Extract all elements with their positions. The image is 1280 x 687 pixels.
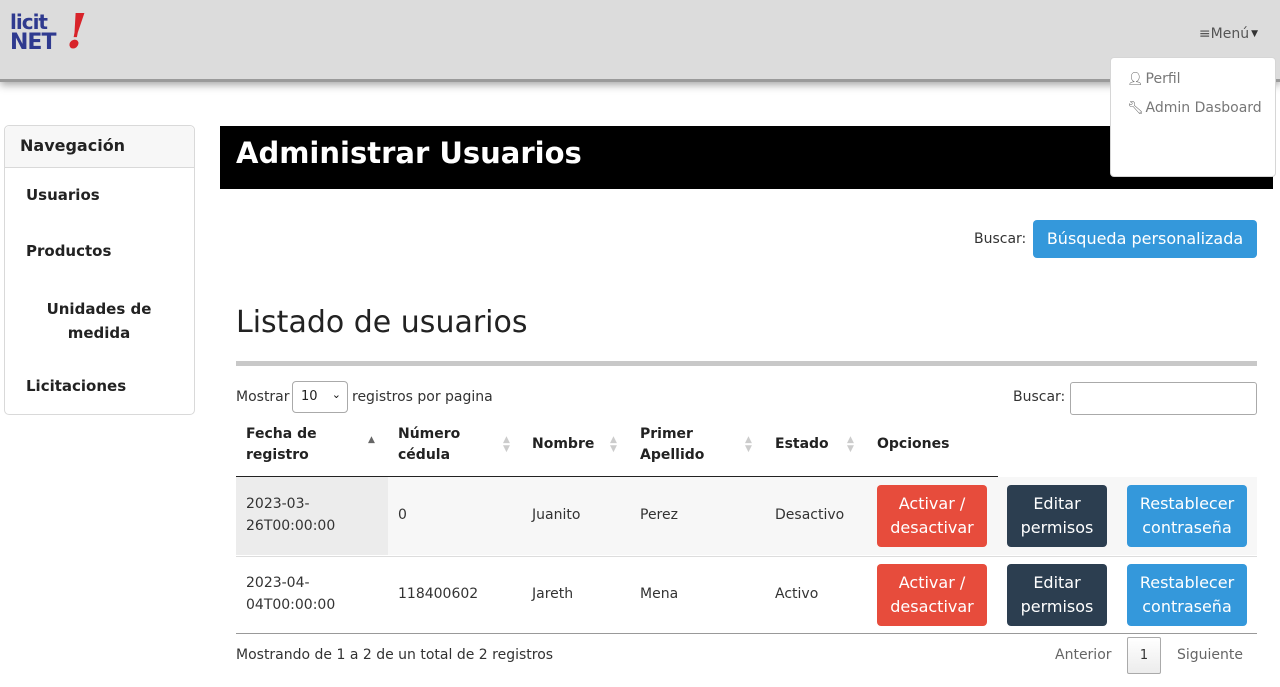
table-row: 2023-03-26T00:00:00 0 Juanito Perez Desa… <box>236 477 1257 555</box>
page-size-value: 10 <box>301 389 318 404</box>
toggle-active-button[interactable]: Activar / desactivar <box>877 485 987 547</box>
search-label: Buscar: <box>974 231 1027 247</box>
sidebar: Navegación Usuarios Productos Unidades d… <box>4 125 195 415</box>
reset-password-button[interactable]: Restablecer contraseña <box>1127 485 1247 547</box>
show-label: Mostrar <box>236 389 290 405</box>
menu-item-admin-dashboard[interactable]: 🔧︎ Admin Dasboard <box>1127 100 1262 116</box>
sidebar-title: Navegación <box>5 126 194 168</box>
sidebar-item-usuarios[interactable]: Usuarios <box>26 186 100 204</box>
column-header-fecha[interactable]: Fecha de registro <box>246 424 356 466</box>
page-size-select[interactable]: 10 ⌄ <box>292 381 348 413</box>
sidebar-item-productos[interactable]: Productos <box>26 242 111 260</box>
cell-nombre: Juanito <box>532 507 581 523</box>
wrench-icon: 🔧︎ <box>1127 101 1144 116</box>
menu-item-label: Admin Dasboard <box>1145 100 1262 116</box>
cell-fecha: 2023-03-26T00:00:00 <box>246 496 336 534</box>
column-header-opciones: Opciones <box>877 436 950 452</box>
toggle-active-button[interactable]: Activar / desactivar <box>877 564 987 626</box>
table-bottom-border <box>236 633 1257 634</box>
table-row: 2023-04-04T00:00:00 118400602 Jareth Men… <box>236 556 1257 634</box>
sidebar-item-unidades-de-medida[interactable]: Unidades de medida <box>43 297 155 345</box>
menu-item-label: Perfil <box>1145 71 1181 87</box>
cell-fecha: 2023-04-04T00:00:00 <box>246 575 336 613</box>
edit-permissions-button[interactable]: Editar permisos <box>1007 564 1107 626</box>
chevron-down-icon: ⌄ <box>331 388 341 401</box>
column-header-cedula[interactable]: Número cédula <box>398 424 488 466</box>
edit-permissions-button[interactable]: Editar permisos <box>1007 485 1107 547</box>
sort-icon[interactable]: ▲ ▼ <box>503 436 510 454</box>
pagination-previous[interactable]: Anterior <box>1055 647 1112 663</box>
cell-cedula: 0 <box>398 507 407 523</box>
menu-dropdown-toggle[interactable]: ≡Menú ▼ <box>1199 26 1258 42</box>
column-header-estado[interactable]: Estado <box>775 434 829 455</box>
menu-dropdown: 👤︎ Perfil 🔧︎ Admin Dasboard <box>1110 57 1276 177</box>
logo-text-bottom: NET <box>10 30 56 55</box>
custom-search-button[interactable]: Búsqueda personalizada <box>1033 220 1257 258</box>
top-navbar: licit NET ! ≡Menú ▼ <box>0 0 1280 82</box>
per-page-label: registros por pagina <box>352 389 493 405</box>
sort-icon[interactable]: ▲ ▼ <box>847 436 854 454</box>
cell-estado: Activo <box>775 586 819 602</box>
menu-item-perfil[interactable]: 👤︎ Perfil <box>1127 71 1181 87</box>
pagination-page-1[interactable]: 1 <box>1127 637 1161 674</box>
table-summary: Mostrando de 1 a 2 de un total de 2 regi… <box>236 647 554 663</box>
table-search-label: Buscar: <box>1013 389 1066 405</box>
sidebar-item-licitaciones[interactable]: Licitaciones <box>26 377 126 395</box>
menu-label: ≡Menú <box>1198 26 1250 42</box>
reset-password-button[interactable]: Restablecer contraseña <box>1127 564 1247 626</box>
list-title: Listado de usuarios <box>236 305 528 340</box>
sort-icon[interactable]: ▲ ▼ <box>745 436 752 454</box>
cell-cedula: 118400602 <box>398 586 479 602</box>
divider <box>236 361 1257 366</box>
cell-apellido: Perez <box>640 507 678 523</box>
cell-estado: Desactivo <box>775 507 845 523</box>
pagination-next[interactable]: Siguiente <box>1177 647 1243 663</box>
table-search-input[interactable] <box>1070 382 1257 415</box>
sort-icon[interactable]: ▲ <box>368 436 375 445</box>
user-icon: 👤︎ <box>1127 72 1144 87</box>
licitnet-logo[interactable]: licit NET ! <box>10 4 88 62</box>
logo-exclamation-mark: ! <box>66 4 88 60</box>
sort-icon[interactable]: ▲ ▼ <box>610 436 617 454</box>
column-header-nombre[interactable]: Nombre <box>532 434 594 455</box>
cell-apellido: Mena <box>640 586 679 602</box>
caret-down-icon: ▼ <box>1251 29 1258 39</box>
column-header-apellido[interactable]: Primer Apellido <box>640 424 720 466</box>
cell-nombre: Jareth <box>532 586 574 602</box>
